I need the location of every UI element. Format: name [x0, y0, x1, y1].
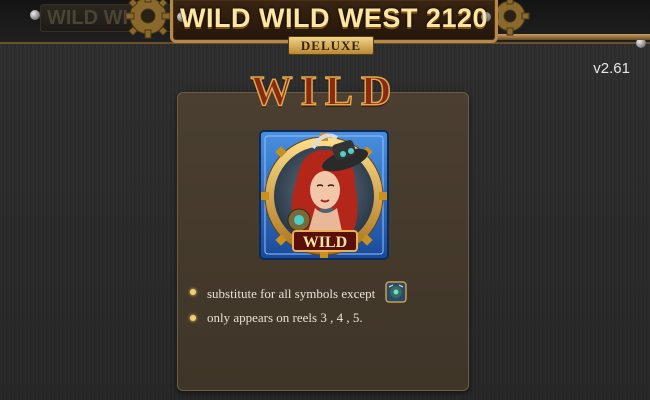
- bullet-icon: [190, 289, 196, 295]
- rule-item: only appears on reels 3 , 4 , 5.: [190, 310, 460, 336]
- rules-list: substitute for all symbols except only a…: [190, 281, 460, 336]
- screw-icon: [30, 10, 40, 20]
- rule-text: substitute for all symbols except: [207, 285, 376, 301]
- gear-icon: [125, 0, 171, 39]
- rule-item: substitute for all symbols except: [190, 281, 460, 310]
- symbol-heading: WILD: [250, 68, 400, 116]
- edition-badge: DELUXE: [288, 36, 374, 55]
- wild-symbol-icon: WILD: [259, 130, 389, 260]
- scatter-symbol-icon: [384, 281, 407, 303]
- game-title: WILD WILD WEST 2120: [179, 3, 489, 33]
- bullet-icon: [190, 315, 196, 321]
- rule-text: only appears on reels 3 , 4 , 5.: [207, 310, 363, 325]
- wild-banner-text: WILD: [303, 234, 347, 251]
